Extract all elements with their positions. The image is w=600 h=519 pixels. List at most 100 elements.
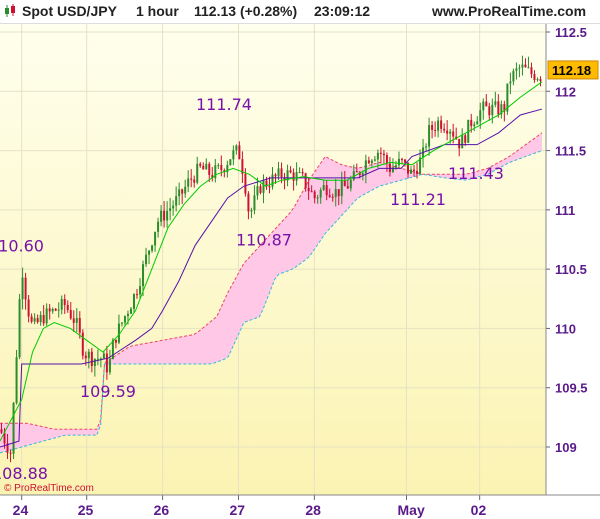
candle-body <box>232 150 235 160</box>
last-change: 112.13 (+0.28%) <box>194 3 298 19</box>
candle-body <box>169 208 172 211</box>
x-tick-label: 28 <box>305 502 321 518</box>
candle-body <box>57 309 60 311</box>
candle-body <box>178 189 181 197</box>
candle-body <box>464 135 467 143</box>
candle-body <box>364 160 367 174</box>
candle-body <box>190 178 193 180</box>
candle-body <box>443 128 446 131</box>
y-tick-label: 112.5 <box>555 25 587 40</box>
candle-body <box>12 402 15 454</box>
candle-body <box>229 159 232 166</box>
price-annotation: 111.74 <box>196 95 252 114</box>
candle-body <box>120 322 123 324</box>
candle-body <box>193 179 196 183</box>
candle-body <box>373 159 376 161</box>
candle-body <box>51 308 54 312</box>
x-tick-label: 27 <box>229 502 245 518</box>
candle-body <box>93 359 96 367</box>
candle-body <box>129 308 132 314</box>
candle-body <box>328 195 331 197</box>
candle-body <box>148 250 151 255</box>
candle-body <box>75 318 78 323</box>
candle-body <box>277 168 280 177</box>
candle-body <box>376 152 379 160</box>
candle-body <box>331 196 334 198</box>
candle-body <box>413 169 416 171</box>
candle-body <box>382 153 385 156</box>
candle-body <box>154 231 157 246</box>
candle-body <box>181 189 184 194</box>
candle-body <box>416 170 419 174</box>
candle-body <box>238 145 241 160</box>
candle-body <box>425 146 428 148</box>
candle-body <box>289 170 292 173</box>
candlestick-icon <box>5 4 15 17</box>
chart-header: Spot USD/JPY 1 hour 112.13 (+0.28%) 23:0… <box>0 0 600 24</box>
candle-body <box>271 174 274 187</box>
candle-body <box>485 101 488 107</box>
candle-body <box>355 171 358 173</box>
candle-body <box>208 163 211 175</box>
candle-body <box>196 163 199 183</box>
x-tick-label: 25 <box>78 502 94 518</box>
candle-body <box>163 210 166 221</box>
x-tick-label: 26 <box>154 502 170 518</box>
candle-body <box>316 197 319 199</box>
candle-body <box>15 357 18 403</box>
candle-body <box>139 286 142 295</box>
candle-body <box>108 359 111 373</box>
y-tick-label: 110 <box>555 321 576 336</box>
candle-body <box>247 193 250 212</box>
candle-body <box>81 332 84 356</box>
price-annotation: 110.87 <box>236 230 292 249</box>
candle-body <box>452 131 455 137</box>
candle-body <box>102 353 105 359</box>
candle-body <box>160 210 163 222</box>
candle-body <box>410 169 413 174</box>
candle-body <box>388 163 391 172</box>
candle-body <box>63 298 66 305</box>
candle-body <box>437 120 440 131</box>
candle-body <box>346 186 349 189</box>
candle-body <box>126 313 129 317</box>
candle-body <box>96 358 99 360</box>
y-tick-label: 111 <box>555 203 575 218</box>
candle-body <box>142 264 145 287</box>
candle-body <box>397 158 400 166</box>
timeframe[interactable]: 1 hour <box>136 3 179 19</box>
candle-body <box>431 125 434 130</box>
candle-body <box>428 125 431 147</box>
candle-body <box>524 64 527 68</box>
candle-body <box>461 135 464 149</box>
candle-body <box>343 180 346 187</box>
candle-body <box>497 101 500 115</box>
candle-body <box>217 165 220 167</box>
candle-body <box>184 186 187 194</box>
candle-body <box>349 179 352 189</box>
candle-body <box>340 180 343 197</box>
candle-body <box>87 351 90 359</box>
candle-body <box>45 308 48 324</box>
candle-body <box>385 155 388 164</box>
price-chart[interactable]: 110.60108.88109.59111.74110.87111.21111.… <box>0 0 600 519</box>
candle-body <box>319 189 322 198</box>
candle-body <box>132 294 135 309</box>
candle-body <box>21 277 24 300</box>
candle-body <box>515 68 518 71</box>
candle-body <box>313 191 316 199</box>
site-link[interactable]: www.ProRealTime.com <box>432 3 586 19</box>
candle-body <box>352 171 355 180</box>
candle-body <box>60 298 63 310</box>
candle-body <box>187 178 190 187</box>
candle-body <box>518 67 521 69</box>
candle-body <box>9 452 12 454</box>
candle-body <box>394 165 397 168</box>
candle-body <box>479 110 482 122</box>
candle-body <box>530 67 533 75</box>
candle-body <box>39 315 42 323</box>
candle-body <box>400 158 403 160</box>
price-annotation: 109.59 <box>80 382 136 401</box>
candle-body <box>491 104 494 116</box>
price-annotation: 108.88 <box>0 464 48 483</box>
